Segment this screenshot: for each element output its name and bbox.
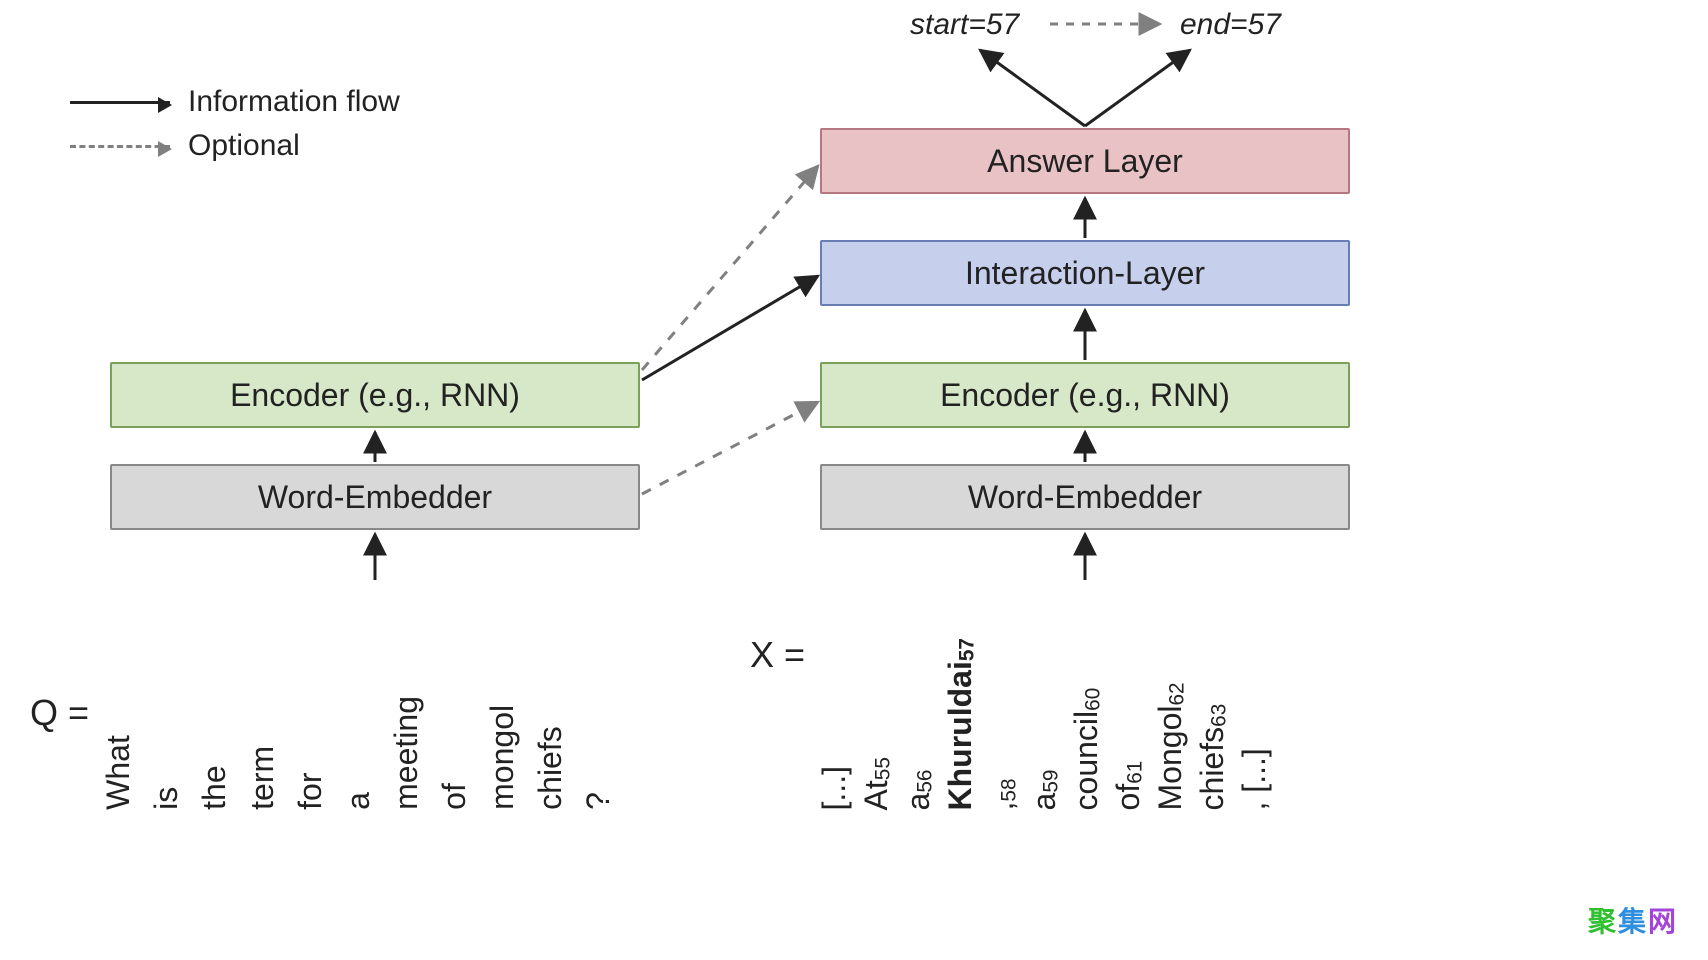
context-token: a59 bbox=[1025, 638, 1067, 810]
question-token: a bbox=[339, 696, 387, 810]
context-token: [...] bbox=[815, 638, 857, 810]
legend: Information flow Optional bbox=[70, 80, 400, 168]
watermark-char-3: 网 bbox=[1648, 906, 1678, 937]
arrow-solid-icon bbox=[70, 101, 170, 104]
question-label: Q = bbox=[30, 692, 89, 734]
legend-optional-label: Optional bbox=[188, 129, 300, 163]
watermark-char-1: 聚 bbox=[1588, 906, 1618, 937]
question-token: the bbox=[195, 696, 243, 810]
question-token: for bbox=[291, 696, 339, 810]
x-word-embedder: Word-Embedder bbox=[820, 464, 1350, 530]
question-token: is bbox=[147, 696, 195, 810]
interaction-layer: Interaction-Layer bbox=[820, 240, 1350, 306]
q-word-embedder: Word-Embedder bbox=[110, 464, 640, 530]
output-end: end=57 bbox=[1180, 8, 1281, 42]
question-token: mongol bbox=[483, 696, 531, 810]
question-token: of bbox=[435, 696, 483, 810]
diagram-canvas: Information flow Optional Word-Embedder … bbox=[0, 0, 1708, 960]
answer-layer: Answer Layer bbox=[820, 128, 1350, 194]
context-label: X = bbox=[750, 634, 805, 676]
question-token: What bbox=[99, 696, 147, 810]
x-encoder: Encoder (e.g., RNN) bbox=[820, 362, 1350, 428]
legend-info-flow-label: Information flow bbox=[188, 85, 400, 119]
question-token: chiefs bbox=[531, 696, 579, 810]
question-tokens: Q = Whatisthetermforameetingofmongolchie… bbox=[30, 696, 670, 810]
context-token: Mongol62 bbox=[1151, 638, 1193, 810]
context-token: ,58 bbox=[983, 638, 1025, 810]
context-token: , [...] bbox=[1235, 638, 1277, 810]
output-start: start=57 bbox=[910, 8, 1019, 42]
legend-info-flow: Information flow bbox=[70, 80, 400, 124]
arrow-dashed-icon bbox=[70, 145, 170, 148]
context-token: chiefs63 bbox=[1193, 638, 1235, 810]
context-token: council60 bbox=[1067, 638, 1109, 810]
context-token: of61 bbox=[1109, 638, 1151, 810]
context-token: Khuruldai57 bbox=[941, 638, 983, 810]
legend-optional: Optional bbox=[70, 124, 400, 168]
watermark: 聚集网 bbox=[1588, 900, 1678, 940]
q-encoder: Encoder (e.g., RNN) bbox=[110, 362, 640, 428]
question-token: ? bbox=[579, 696, 627, 810]
watermark-char-2: 集 bbox=[1618, 906, 1648, 937]
context-token: At55 bbox=[857, 638, 899, 810]
context-tokens: X = [...]At55a56Khuruldai57,58a59council… bbox=[750, 638, 1410, 810]
context-token: a56 bbox=[899, 638, 941, 810]
question-token: meeting bbox=[387, 696, 435, 810]
question-token: term bbox=[243, 696, 291, 810]
